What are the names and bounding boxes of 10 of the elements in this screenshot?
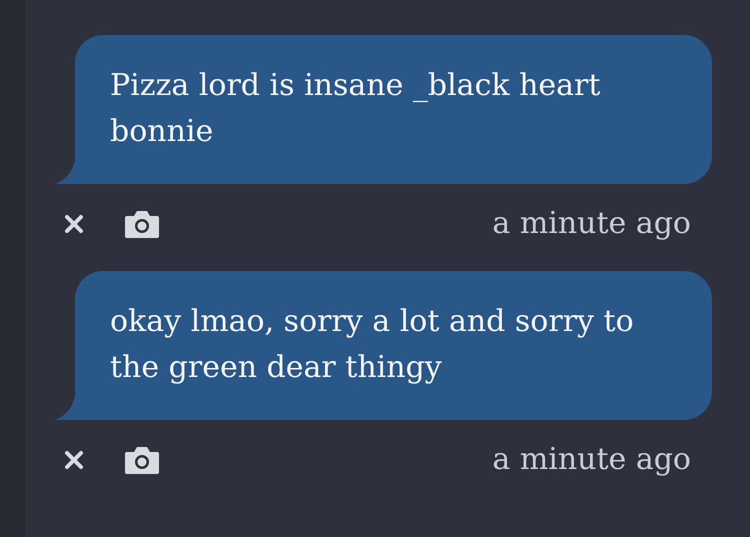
timestamp: a minute ago (492, 442, 691, 477)
close-icon[interactable] (63, 212, 85, 234)
timestamp: a minute ago (492, 206, 691, 241)
camera-icon[interactable] (124, 444, 160, 474)
message-bubble: Pizza lord is insane _black heart bonnie (75, 35, 712, 184)
bubble-tail (55, 396, 75, 420)
close-icon[interactable] (63, 448, 85, 470)
bubble-tail (55, 160, 75, 184)
camera-icon[interactable] (124, 208, 160, 238)
message-bubble: okay lmao, sorry a lot and sorry to the green dear thingy (75, 271, 712, 420)
